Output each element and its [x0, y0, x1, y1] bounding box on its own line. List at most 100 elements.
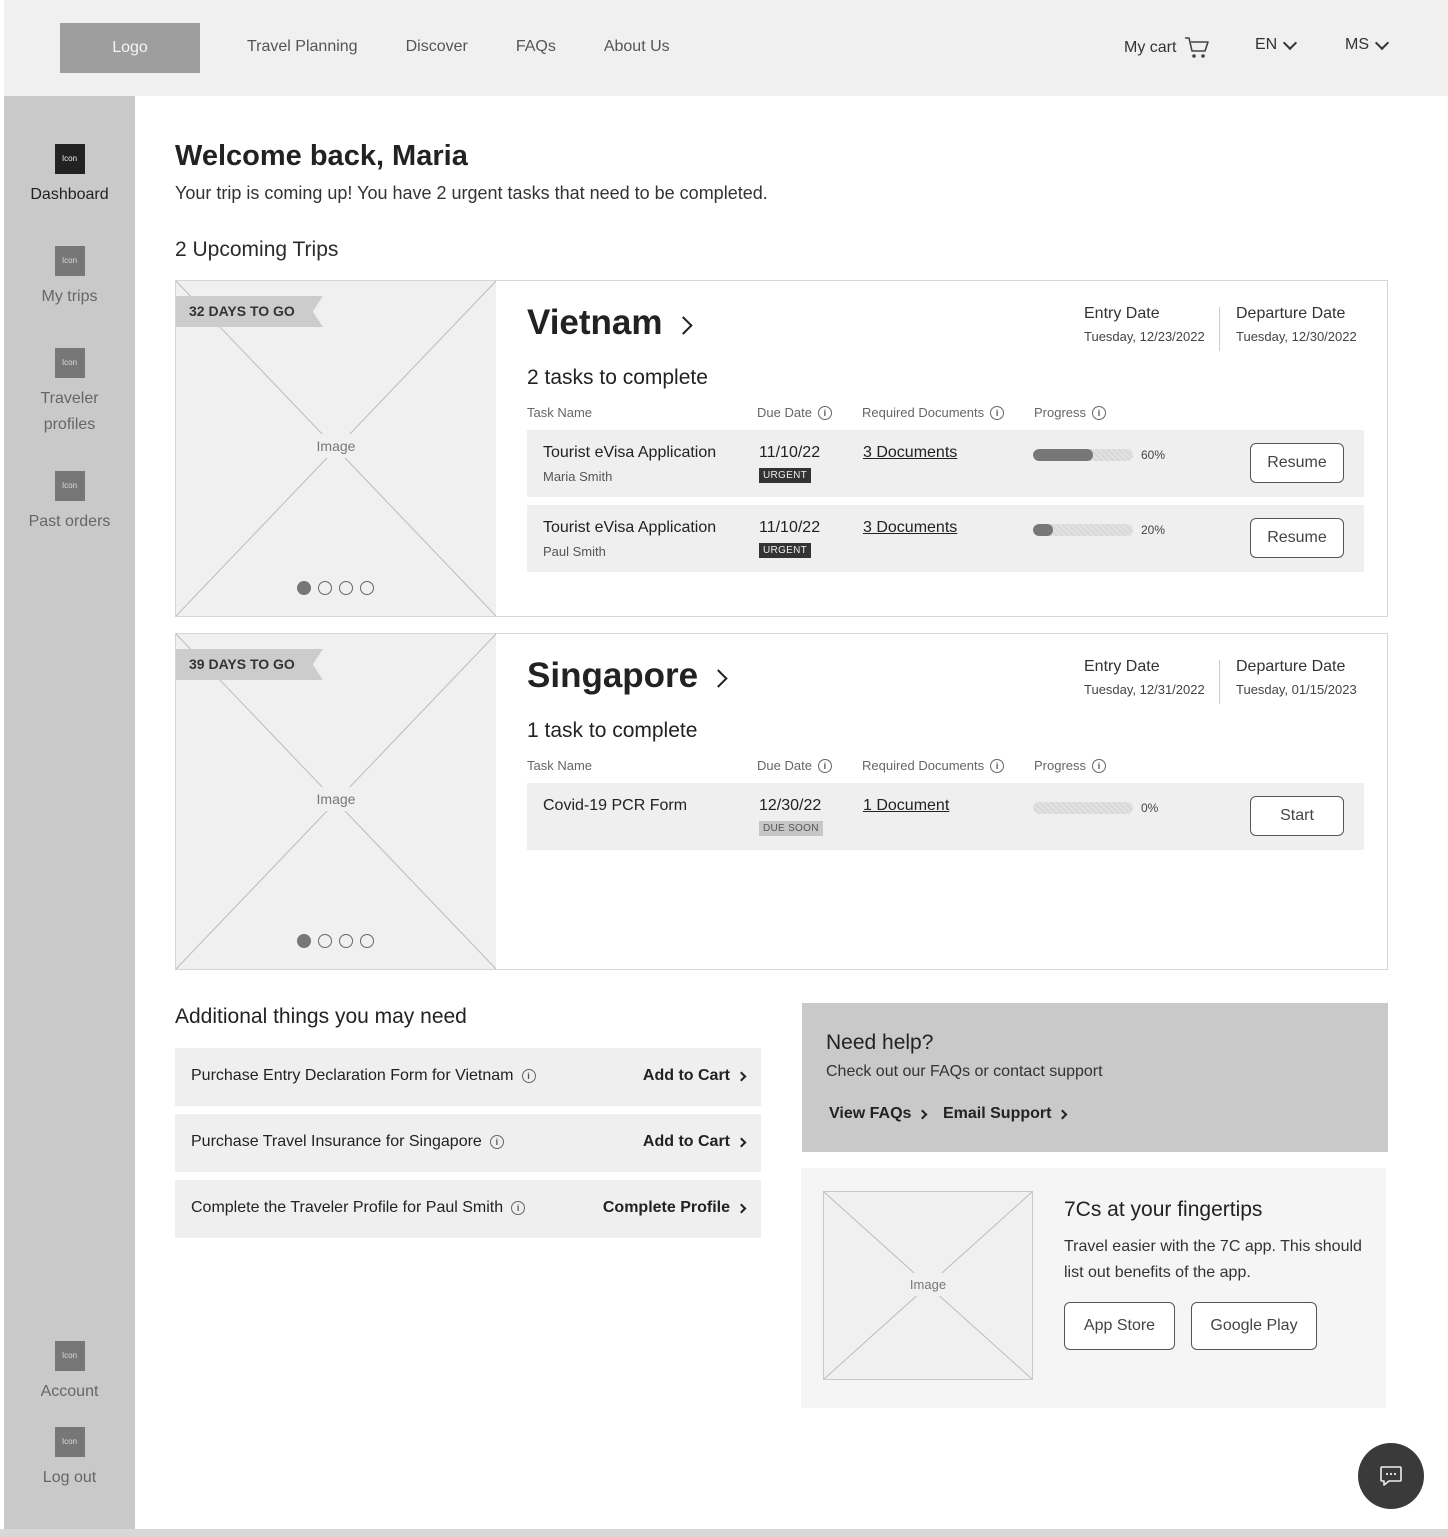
sidebar-item-log-out[interactable]: Icon Log out	[4, 1427, 135, 1491]
carousel-dot[interactable]	[339, 934, 353, 948]
carousel-dots	[297, 581, 374, 595]
logo[interactable]: Logo	[60, 23, 200, 73]
chat-icon	[1380, 1466, 1402, 1486]
documents-link[interactable]: 3 Documents	[863, 519, 957, 537]
col-label: Required Documents	[862, 405, 985, 420]
carousel-dot[interactable]	[297, 934, 311, 948]
countdown-badge: 39 DAYS TO GO	[176, 649, 323, 680]
sidebar-item-my-trips[interactable]: Icon My trips	[4, 246, 135, 310]
chevron-right-icon	[1058, 1109, 1068, 1119]
chevron-right-icon	[736, 1137, 747, 1147]
task-name: Covid-19 PCR Form	[543, 797, 688, 814]
trip-card-singapore: Image 39 DAYS TO GO Singapore Entry Date…	[175, 633, 1388, 970]
info-icon[interactable]: i	[817, 758, 832, 773]
complete-profile-button[interactable]: Complete Profile	[602, 1199, 747, 1217]
trip-details: Vietnam Entry Date Tuesday, 12/23/2022 D…	[527, 281, 1387, 616]
col-due-date: Due Date i	[757, 405, 832, 420]
task-due: 11/10/22	[759, 444, 821, 461]
google-play-button[interactable]: Google Play	[1191, 1302, 1317, 1350]
entry-date-label: Entry Date	[1084, 305, 1160, 322]
info-icon[interactable]: i	[1092, 758, 1107, 773]
sidebar-item-label: Traveler profiles	[40, 390, 99, 433]
info-icon[interactable]: i	[990, 758, 1005, 773]
chevron-right-icon	[709, 668, 728, 688]
carousel-dot[interactable]	[318, 581, 332, 595]
add-to-cart-button[interactable]: Add to Cart	[643, 1067, 747, 1085]
list-item: Purchase Travel Insurance for Singapore i…	[175, 1114, 761, 1172]
item-text: Purchase Entry Declaration Form for Viet…	[191, 1067, 514, 1084]
nav-faqs[interactable]: FAQs	[516, 38, 556, 56]
sidebar-item-label: Log out	[42, 1469, 97, 1486]
email-support-link[interactable]: Email Support	[943, 1105, 1068, 1123]
documents-link[interactable]: 3 Documents	[863, 444, 957, 462]
chat-button[interactable]	[1358, 1443, 1424, 1509]
col-label: Due Date	[757, 405, 812, 420]
progress-fill	[1033, 524, 1053, 536]
trip-image[interactable]: Image 32 DAYS TO GO	[176, 281, 496, 616]
sidebar-item-label: Dashboard	[30, 186, 109, 203]
destination-link[interactable]: Vietnam	[527, 303, 693, 343]
sidebar-item-past-orders[interactable]: Icon Past orders	[4, 471, 135, 535]
view-faqs-link[interactable]: View FAQs	[829, 1105, 928, 1123]
add-to-cart-button[interactable]: Add to Cart	[642, 1133, 747, 1151]
logout-icon: Icon	[54, 1427, 85, 1457]
link-label: Complete Profile	[602, 1199, 730, 1216]
app-promo: Image 7Cs at your fingertips Travel easi…	[801, 1168, 1386, 1408]
task-name: Tourist eVisa Application	[543, 444, 717, 461]
resume-button[interactable]: Resume	[1250, 443, 1344, 483]
carousel-dot[interactable]	[318, 934, 332, 948]
entry-date-label: Entry Date	[1084, 658, 1160, 675]
task-row: Covid-19 PCR Form 12/30/22 DUE SOON 1 Do…	[527, 783, 1364, 850]
info-icon[interactable]: i	[489, 1135, 504, 1149]
page-footer-edge	[0, 1529, 1448, 1537]
orders-icon: Icon	[54, 471, 85, 501]
tasks-count: 1 task to complete	[527, 719, 698, 742]
link-label: View FAQs	[829, 1105, 912, 1122]
task-name: Tourist eVisa Application	[543, 519, 717, 536]
app-description: Travel easier with the 7C app. This shou…	[1064, 1238, 1362, 1281]
destination-link[interactable]: Singapore	[527, 656, 728, 696]
chevron-right-icon	[917, 1109, 928, 1119]
language-value: EN	[1255, 36, 1278, 53]
progress-percent: 20%	[1141, 523, 1166, 537]
nav-about-us[interactable]: About Us	[604, 38, 670, 56]
resume-button[interactable]: Resume	[1250, 518, 1344, 558]
help-subtitle: Check out our FAQs or contact support	[826, 1063, 1103, 1080]
item-text: Purchase Travel Insurance for Singapore	[191, 1133, 482, 1150]
nav-discover[interactable]: Discover	[406, 38, 468, 56]
documents-link[interactable]: 1 Document	[863, 797, 949, 815]
chevron-right-icon	[736, 1071, 747, 1081]
task-row: Tourist eVisa Application Maria Smith 11…	[527, 430, 1364, 497]
trip-image[interactable]: Image 39 DAYS TO GO	[176, 634, 496, 969]
carousel-dot[interactable]	[360, 934, 374, 948]
app-store-button[interactable]: App Store	[1064, 1302, 1175, 1350]
language-select[interactable]: EN	[1255, 35, 1298, 54]
progress-bar	[1033, 524, 1133, 536]
user-menu[interactable]: MS	[1345, 35, 1390, 54]
profiles-icon: Icon	[54, 348, 85, 378]
cart-button[interactable]: My cart	[1124, 36, 1210, 60]
info-icon[interactable]: i	[511, 1201, 526, 1215]
info-icon[interactable]: i	[990, 405, 1005, 420]
entry-date-value: Tuesday, 12/31/2022	[1084, 682, 1205, 697]
sidebar-item-dashboard[interactable]: Icon Dashboard	[4, 144, 135, 208]
info-icon[interactable]: i	[1092, 405, 1107, 420]
list-item: Purchase Entry Declaration Form for Viet…	[175, 1048, 761, 1106]
app-title: 7Cs at your fingertips	[1064, 1198, 1263, 1221]
col-progress: Progress i	[1034, 405, 1107, 420]
info-icon[interactable]: i	[521, 1069, 536, 1083]
link-label: Add to Cart	[642, 1133, 730, 1150]
carousel-dot[interactable]	[297, 581, 311, 595]
col-label: Due Date	[757, 758, 812, 773]
app-image: Image	[823, 1191, 1033, 1380]
sidebar-item-account[interactable]: Icon Account	[4, 1341, 135, 1405]
carousel-dot[interactable]	[360, 581, 374, 595]
progress-bar	[1033, 802, 1133, 814]
departure-date-value: Tuesday, 12/30/2022	[1236, 329, 1357, 344]
start-button[interactable]: Start	[1250, 796, 1344, 836]
cart-label: My cart	[1124, 39, 1177, 56]
carousel-dot[interactable]	[339, 581, 353, 595]
info-icon[interactable]: i	[817, 405, 832, 420]
nav-travel-planning[interactable]: Travel Planning	[247, 38, 358, 56]
sidebar-item-traveler-profiles[interactable]: Icon Traveler profiles	[4, 348, 135, 438]
